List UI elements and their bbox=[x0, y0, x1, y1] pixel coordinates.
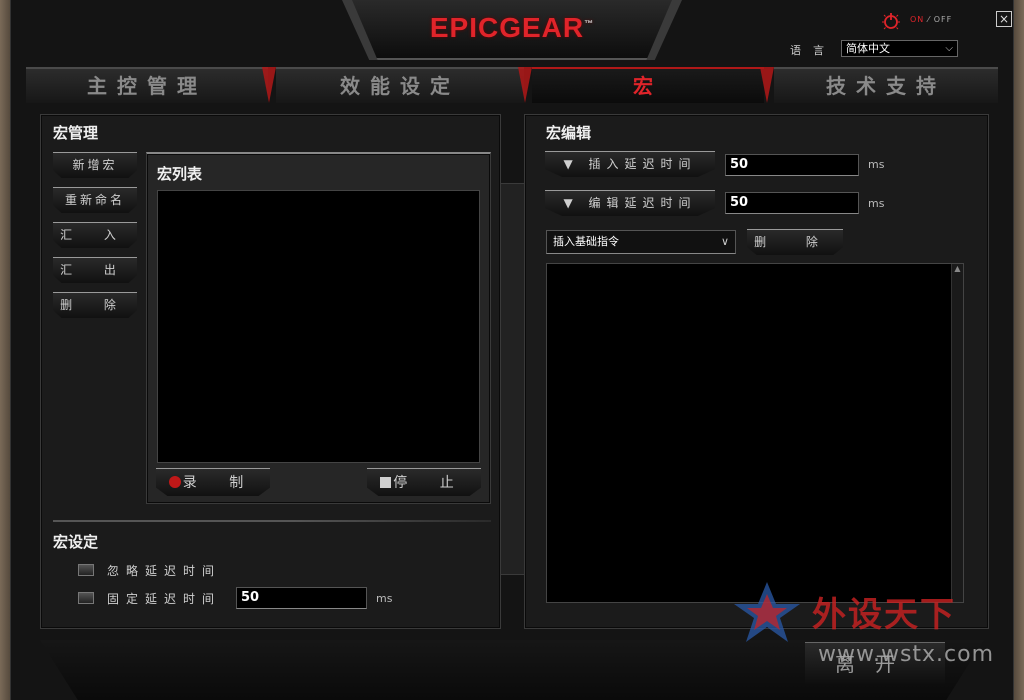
watermark-url: www.wstx.com bbox=[818, 642, 995, 667]
macro-command-list[interactable] bbox=[546, 263, 964, 603]
tab-tech-support[interactable]: 技术支持 bbox=[774, 67, 998, 103]
star-logo-icon bbox=[734, 582, 800, 642]
stop-button[interactable]: 停 止 bbox=[367, 468, 481, 496]
stop-icon bbox=[380, 477, 392, 488]
record-icon bbox=[168, 476, 181, 488]
language-select[interactable]: 简体中文 ⌵ bbox=[841, 40, 958, 57]
scroll-up-icon[interactable]: ▲ bbox=[952, 264, 963, 274]
fixed-delay-unit: ms bbox=[376, 592, 393, 605]
record-button[interactable]: 录 制 bbox=[156, 468, 270, 496]
insert-delay-input[interactable]: 50 bbox=[725, 154, 859, 176]
delete-macro-button[interactable]: 删 除 bbox=[53, 292, 137, 318]
tab-performance[interactable]: 效能设定 bbox=[276, 67, 524, 103]
insert-delay-button[interactable]: ▼ 插入延迟时间 bbox=[545, 151, 715, 177]
section-divider bbox=[53, 520, 491, 522]
tab-main-control[interactable]: 主控管理 bbox=[26, 67, 268, 103]
chevron-down-icon: ⌵ bbox=[945, 43, 953, 54]
command-select[interactable]: 插入基础指令 ∨ bbox=[546, 230, 736, 254]
fixed-delay-input[interactable]: 50 bbox=[236, 587, 367, 609]
power-icon[interactable] bbox=[880, 10, 902, 32]
macro-list-title: 宏列表 bbox=[157, 165, 203, 183]
import-button[interactable]: 汇 入 bbox=[53, 222, 137, 248]
fixed-delay-label: 固定延迟时间 bbox=[107, 592, 222, 606]
power-toggle-label[interactable]: ON ⁄ OFF bbox=[910, 15, 952, 24]
close-button[interactable]: × bbox=[996, 11, 1012, 27]
ignore-delay-checkbox[interactable] bbox=[78, 564, 94, 576]
macro-editor-title: 宏编辑 bbox=[546, 124, 592, 142]
language-label: 语言 bbox=[790, 44, 836, 57]
macro-list[interactable] bbox=[157, 190, 480, 463]
macro-management-title: 宏管理 bbox=[53, 124, 99, 142]
macro-settings-title: 宏设定 bbox=[53, 533, 99, 551]
delete-command-button[interactable]: 删 除 bbox=[747, 229, 843, 255]
edit-delay-input[interactable]: 50 bbox=[725, 192, 859, 214]
panel-connector bbox=[501, 183, 525, 575]
fixed-delay-checkbox[interactable] bbox=[78, 592, 94, 604]
edit-delay-button[interactable]: ▼ 编辑延迟时间 bbox=[545, 190, 715, 216]
close-icon: × bbox=[998, 12, 1010, 26]
rename-macro-button[interactable]: 重新命名 bbox=[53, 187, 137, 213]
ignore-delay-label: 忽略延迟时间 bbox=[107, 564, 222, 578]
tab-bar: 主控管理 效能设定 宏 技术支持 bbox=[26, 67, 998, 105]
export-button[interactable]: 汇 出 bbox=[53, 257, 137, 283]
epicgear-logo: EPICGEAR™ bbox=[429, 12, 595, 43]
insert-delay-unit: ms bbox=[868, 158, 885, 171]
edit-delay-unit: ms bbox=[868, 197, 885, 210]
chevron-down-icon: ∨ bbox=[720, 235, 729, 248]
new-macro-button[interactable]: 新增宏 bbox=[53, 152, 137, 178]
watermark-brand: 外设天下 bbox=[812, 595, 956, 635]
command-list-scrollbar[interactable]: ▲ bbox=[951, 264, 963, 602]
tab-macro[interactable]: 宏 bbox=[532, 67, 764, 103]
